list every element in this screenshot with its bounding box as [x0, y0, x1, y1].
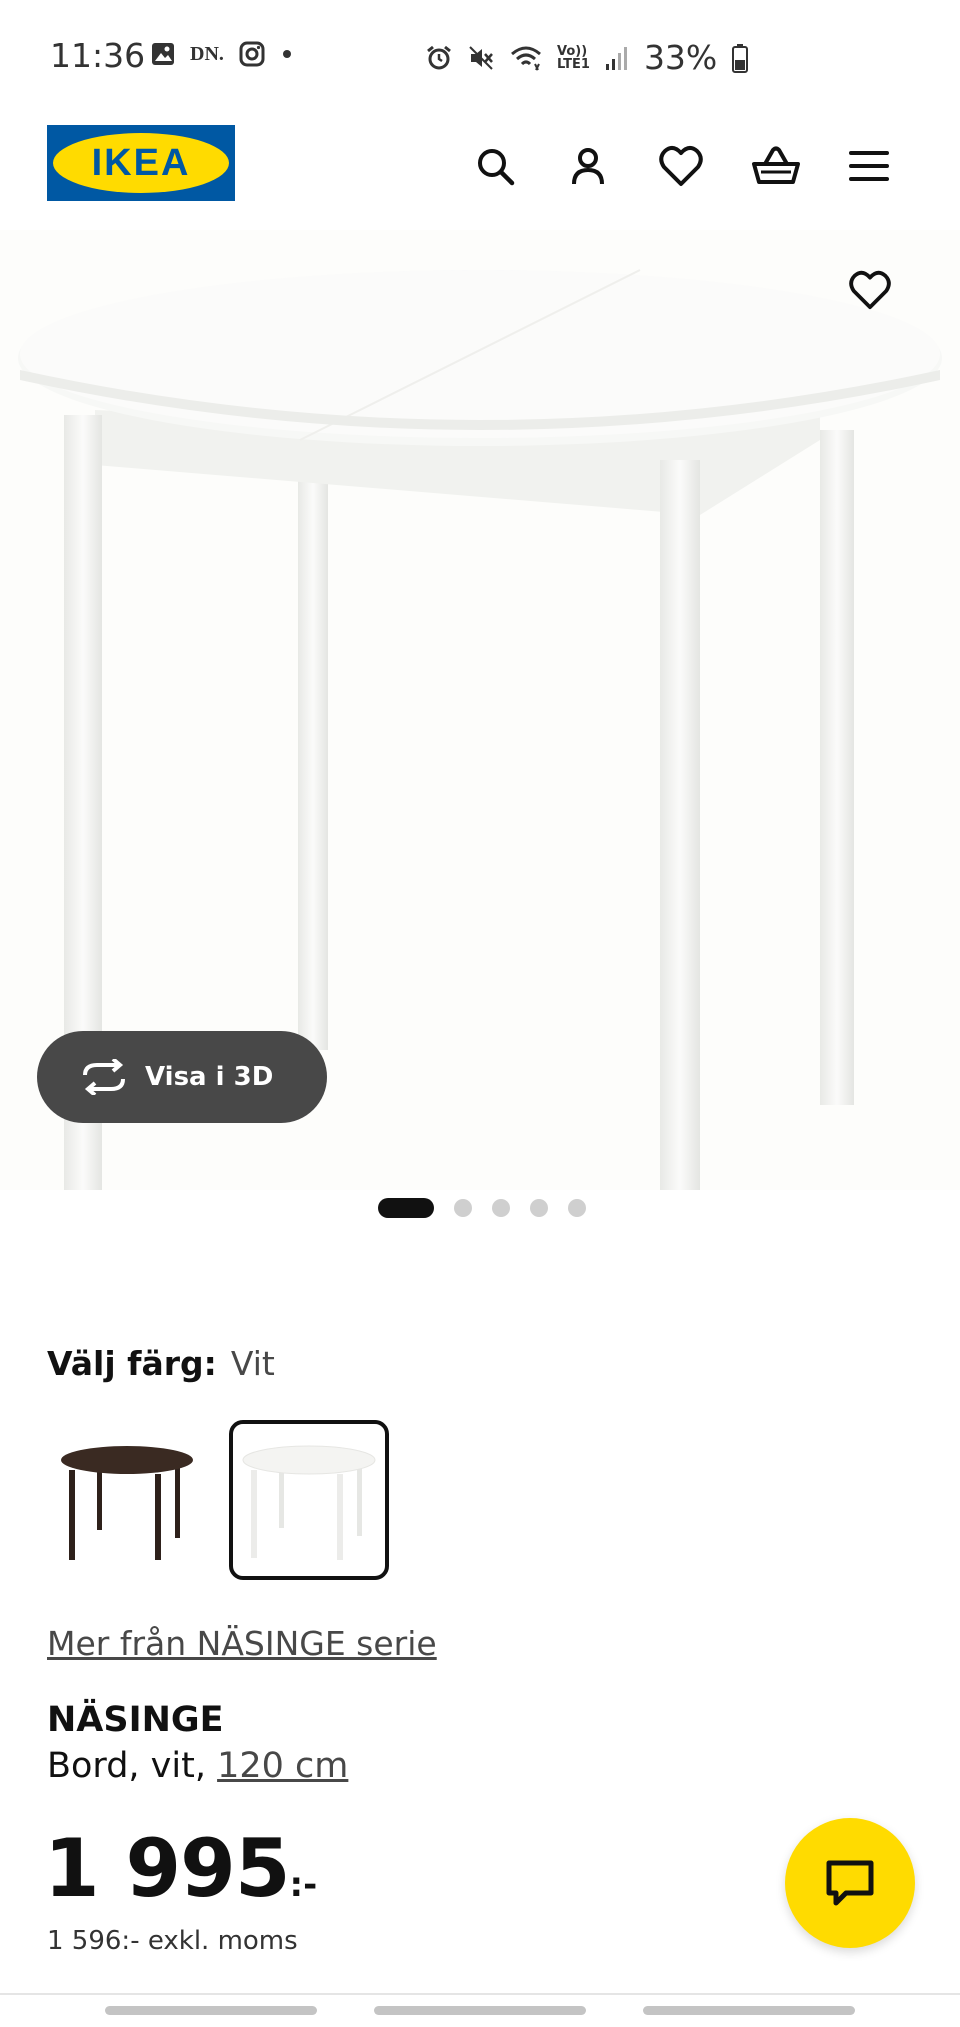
status-time: 11:36 [50, 36, 146, 75]
dn-app-icon: DN. [190, 42, 224, 65]
carousel-dot[interactable] [568, 1199, 586, 1217]
carousel-dot[interactable] [378, 1198, 434, 1218]
rotate-3d-icon [83, 1059, 125, 1095]
menu-icon[interactable] [843, 140, 895, 192]
product-price: 1 995:- [44, 1822, 317, 1915]
view-in-3d-label: Visa i 3D [145, 1062, 274, 1092]
battery-percent: 33% [643, 38, 718, 77]
bottom-divider [0, 1993, 960, 1995]
wishlist-icon[interactable] [655, 140, 707, 192]
alarm-icon [427, 45, 451, 69]
gesture-nav-bar [0, 2006, 960, 2016]
price-excl-vat: 1 596:- exkl. moms [47, 1926, 298, 1956]
series-link[interactable]: Mer från NÄSINGE serie [47, 1624, 437, 1663]
volte-label-top: Vo)) [557, 43, 588, 59]
gallery-icon [152, 43, 174, 65]
favorite-button[interactable] [840, 260, 900, 320]
status-left-icons: DN. [150, 40, 294, 68]
size-link[interactable]: 120 cm [217, 1746, 348, 1786]
carousel-dot[interactable] [492, 1199, 510, 1217]
carousel-dot[interactable] [454, 1199, 472, 1217]
view-in-3d-button[interactable]: Visa i 3D [37, 1031, 327, 1123]
mute-icon [469, 45, 493, 70]
nav-pill[interactable] [105, 2006, 317, 2015]
wifi-icon [511, 46, 541, 70]
status-right-icons: Vo)) LTE1 33% [425, 38, 749, 77]
cart-icon[interactable] [750, 140, 802, 192]
account-icon[interactable] [562, 140, 614, 192]
heart-icon [849, 270, 891, 310]
volte-label-bottom: LTE1 [557, 56, 590, 72]
color-option-white[interactable] [229, 1420, 389, 1580]
product-description: Bord, vit, 120 cm [47, 1746, 348, 1786]
logo-text: IKEA [91, 141, 191, 184]
carousel-dot[interactable] [530, 1199, 548, 1217]
status-bar: 11:36 DN. Vo)) LTE1 33% [0, 0, 960, 110]
product-description-text: Bord, vit, [47, 1746, 218, 1786]
volte-icon: Vo)) LTE1 [557, 45, 590, 71]
logo-ellipse: IKEA [53, 133, 229, 193]
instagram-icon [239, 41, 265, 67]
battery-icon [732, 43, 749, 73]
chat-icon [826, 1860, 874, 1906]
white-table-thumbnail [242, 1445, 376, 1560]
ikea-logo[interactable]: IKEA [47, 125, 235, 201]
dark-table-thumbnail [61, 1446, 193, 1560]
nav-pill[interactable] [374, 2006, 586, 2015]
color-picker-label: Välj färg: Vit [47, 1344, 275, 1383]
color-label: Välj färg: [47, 1344, 217, 1383]
color-option-dark-brown[interactable] [47, 1420, 207, 1580]
price-value: 1 995 [44, 1822, 291, 1915]
price-suffix: :- [289, 1865, 318, 1905]
carousel-indicator [378, 1198, 586, 1218]
dot-icon [282, 50, 291, 58]
selected-color: Vit [230, 1344, 275, 1383]
signal-icon [605, 46, 627, 70]
site-header: IKEA [0, 110, 960, 220]
chat-button[interactable] [785, 1818, 915, 1948]
nav-pill[interactable] [643, 2006, 855, 2015]
product-name: NÄSINGE [47, 1700, 224, 1740]
search-icon[interactable] [469, 140, 521, 192]
